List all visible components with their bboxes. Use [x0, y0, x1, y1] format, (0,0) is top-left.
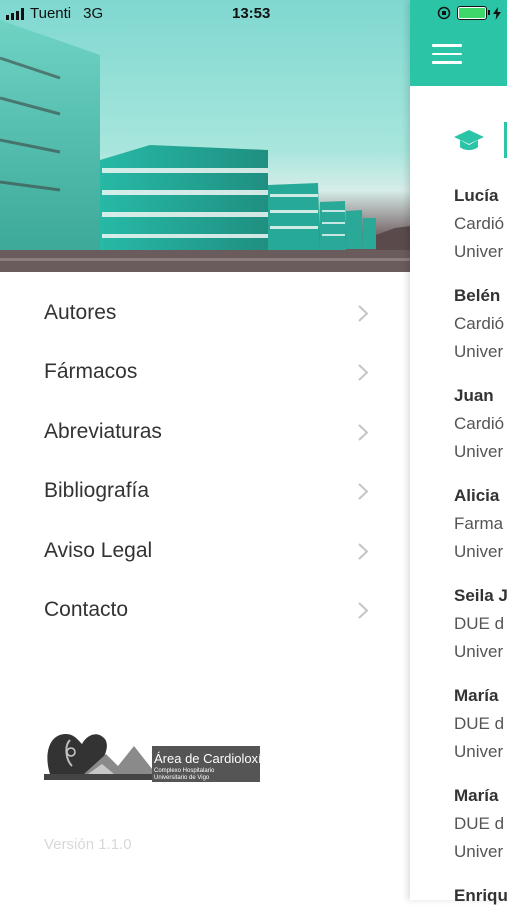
author-specialty: DUE d [454, 814, 505, 833]
author-institution: Univer [454, 342, 504, 361]
logo-line1: Complexo Hospitalario [154, 768, 215, 774]
author-institution: Univer [454, 842, 504, 861]
author-entry[interactable]: Alicia Farma Univer [454, 486, 507, 562]
author-name: María [454, 686, 499, 705]
menu-list: Autores Fármacos Abreviaturas Bibliograf… [0, 283, 410, 640]
author-specialty: DUE d [454, 714, 505, 733]
author-name: Lucía [454, 186, 499, 205]
network-type: 3G [83, 5, 104, 22]
author-institution: Univer [454, 742, 504, 761]
logo-title: Área de Cardioloxía [154, 751, 264, 766]
cardiology-area-logo: Área de Cardioloxía Complexo Hospitalari… [44, 726, 270, 791]
author-institution: Univer [454, 242, 504, 261]
chevron-right-icon [358, 305, 368, 322]
charging-bolt-icon [493, 6, 501, 20]
author-specialty: Cardió [454, 214, 505, 233]
author-name: María [454, 786, 499, 805]
menu-item-label: Contacto [44, 598, 129, 622]
author-entry[interactable]: Lucía Cardió Univer [454, 186, 507, 262]
chevron-right-icon [358, 483, 368, 500]
author-entry[interactable]: María DUE d Univer [454, 786, 507, 862]
author-institution: Univer [454, 442, 504, 461]
chevron-right-icon [358, 543, 368, 560]
author-entry[interactable]: María DUE d Univer [454, 686, 507, 762]
menu-item-abreviaturas[interactable]: Abreviaturas [0, 402, 410, 462]
menu-item-label: Autores [44, 300, 117, 324]
hospital-building-illustration [0, 20, 410, 272]
clock: 13:53 [232, 5, 271, 22]
author-name: Juan [454, 386, 494, 405]
chevron-right-icon [358, 424, 368, 441]
signal-strength-icon [6, 7, 24, 20]
menu-item-farmacos[interactable]: Fármacos [0, 343, 410, 403]
author-entry[interactable]: Enriqu [454, 886, 507, 906]
author-specialty: Cardió [454, 314, 505, 333]
author-specialty: Cardió [454, 414, 505, 433]
author-specialty: Farma [454, 514, 504, 533]
author-entry[interactable]: Seila J DUE d Univer [454, 586, 507, 662]
carrier-name: Tuenti [30, 5, 72, 22]
author-name: Seila J [454, 586, 507, 605]
menu-item-label: Abreviaturas [44, 419, 162, 443]
menu-item-label: Bibliografía [44, 479, 150, 503]
chevron-right-icon [358, 364, 368, 381]
menu-item-autores[interactable]: Autores [0, 283, 410, 343]
author-name: Alicia [454, 486, 500, 505]
battery-icon [457, 6, 490, 20]
logo-line2: Universitario de Vigo [154, 775, 210, 781]
menu-item-aviso-legal[interactable]: Aviso Legal [0, 521, 410, 581]
menu-item-contacto[interactable]: Contacto [0, 581, 410, 641]
author-entry[interactable]: Belén Cardió Univer [454, 286, 507, 362]
app-version: Versión 1.1.0 [44, 836, 132, 853]
author-institution: Univer [454, 642, 504, 661]
author-name: Belén [454, 286, 501, 305]
author-entry[interactable]: Juan Cardió Univer [454, 386, 507, 462]
chevron-right-icon [358, 602, 368, 619]
main-content-panel[interactable]: Lucía Cardió Univer Belén Cardió Univer … [410, 0, 507, 905]
hospital-header-image [0, 0, 410, 272]
hamburger-menu-icon[interactable] [432, 44, 462, 70]
menu-item-label: Fármacos [44, 360, 138, 384]
author-institution: Univer [454, 542, 504, 561]
side-menu: Autores Fármacos Abreviaturas Bibliograf… [0, 0, 410, 900]
status-bar: Tuenti 3G 13:53 [0, 0, 507, 28]
menu-item-bibliografia[interactable]: Bibliografía [0, 462, 410, 522]
graduation-cap-icon [454, 130, 484, 150]
menu-item-label: Aviso Legal [44, 538, 153, 562]
author-name: Enriqu [454, 886, 507, 905]
orientation-lock-icon [437, 6, 451, 20]
author-specialty: DUE d [454, 614, 505, 633]
